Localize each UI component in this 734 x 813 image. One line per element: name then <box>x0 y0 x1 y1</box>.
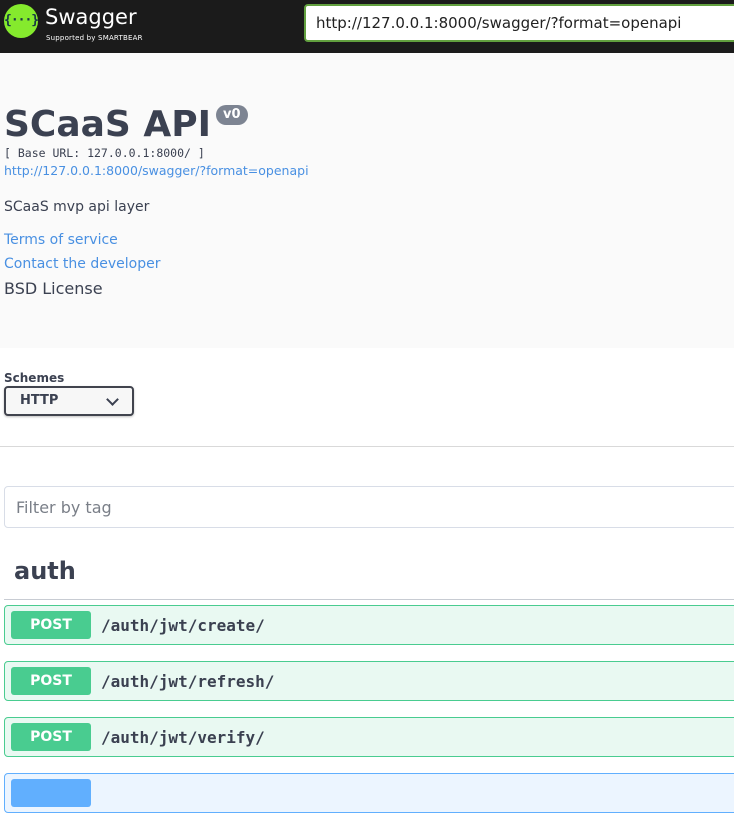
filter-by-tag-input[interactable] <box>4 486 734 528</box>
page-title: SCaaS API <box>4 104 212 145</box>
spec-url-input[interactable] <box>304 4 734 42</box>
operation-auth-jwt-create[interactable]: POST /auth/jwt/create/ <box>4 605 734 645</box>
logo-text[interactable]: Swagger <box>45 5 137 29</box>
spec-link[interactable]: http://127.0.0.1:8000/swagger/?format=op… <box>4 163 309 178</box>
operation-path: /auth/jwt/refresh/ <box>101 672 275 691</box>
divider <box>0 446 734 447</box>
swagger-logo-icon[interactable]: {···} <box>4 4 39 38</box>
schemes-selected-value: HTTP <box>20 393 59 408</box>
info-section: SCaaS API v0 [ Base URL: 127.0.0.1:8000/… <box>0 53 734 348</box>
operation-path: /auth/jwt/create/ <box>101 616 265 635</box>
method-badge: POST <box>11 723 91 751</box>
operation-auth-jwt-verify[interactable]: POST /auth/jwt/verify/ <box>4 717 734 757</box>
operation-auth-jwt-refresh[interactable]: POST /auth/jwt/refresh/ <box>4 661 734 701</box>
operation-path: /auth/jwt/verify/ <box>101 728 265 747</box>
api-description: SCaaS mvp api layer <box>4 199 150 215</box>
logo-glyph: {···} <box>4 13 39 28</box>
version-badge: v0 <box>216 105 248 125</box>
logo-subtitle: Supported by SMARTBEAR <box>46 34 143 42</box>
schemes-select[interactable]: HTTP <box>4 386 134 416</box>
contact-developer-link[interactable]: Contact the developer <box>4 256 160 272</box>
chevron-down-icon <box>106 393 119 406</box>
method-badge: POST <box>11 667 91 695</box>
terms-of-service-link[interactable]: Terms of service <box>4 232 118 248</box>
method-badge <box>11 779 91 807</box>
license-text: BSD License <box>4 279 103 298</box>
topbar: {···} Swagger Supported by SMARTBEAR <box>0 0 734 53</box>
schemes-label: Schemes <box>4 371 65 385</box>
method-badge: POST <box>11 611 91 639</box>
operation-partial[interactable] <box>4 773 734 813</box>
base-url: [ Base URL: 127.0.0.1:8000/ ] <box>4 146 205 160</box>
tag-divider <box>4 599 734 600</box>
tag-heading-auth[interactable]: auth <box>14 557 76 585</box>
